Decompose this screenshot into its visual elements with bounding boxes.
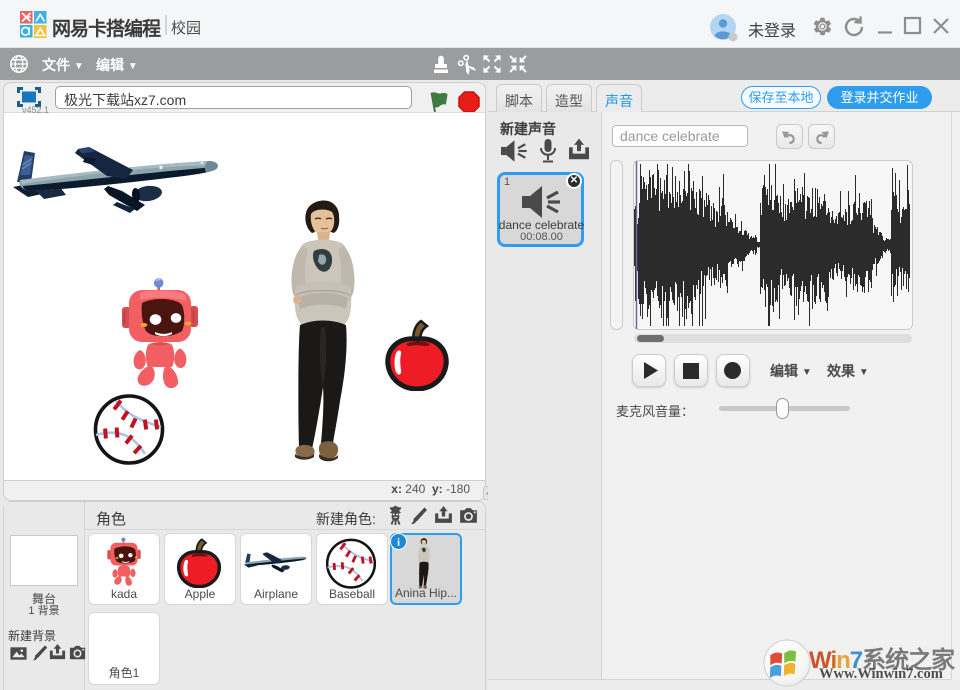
svg-text:i: i — [397, 537, 400, 549]
